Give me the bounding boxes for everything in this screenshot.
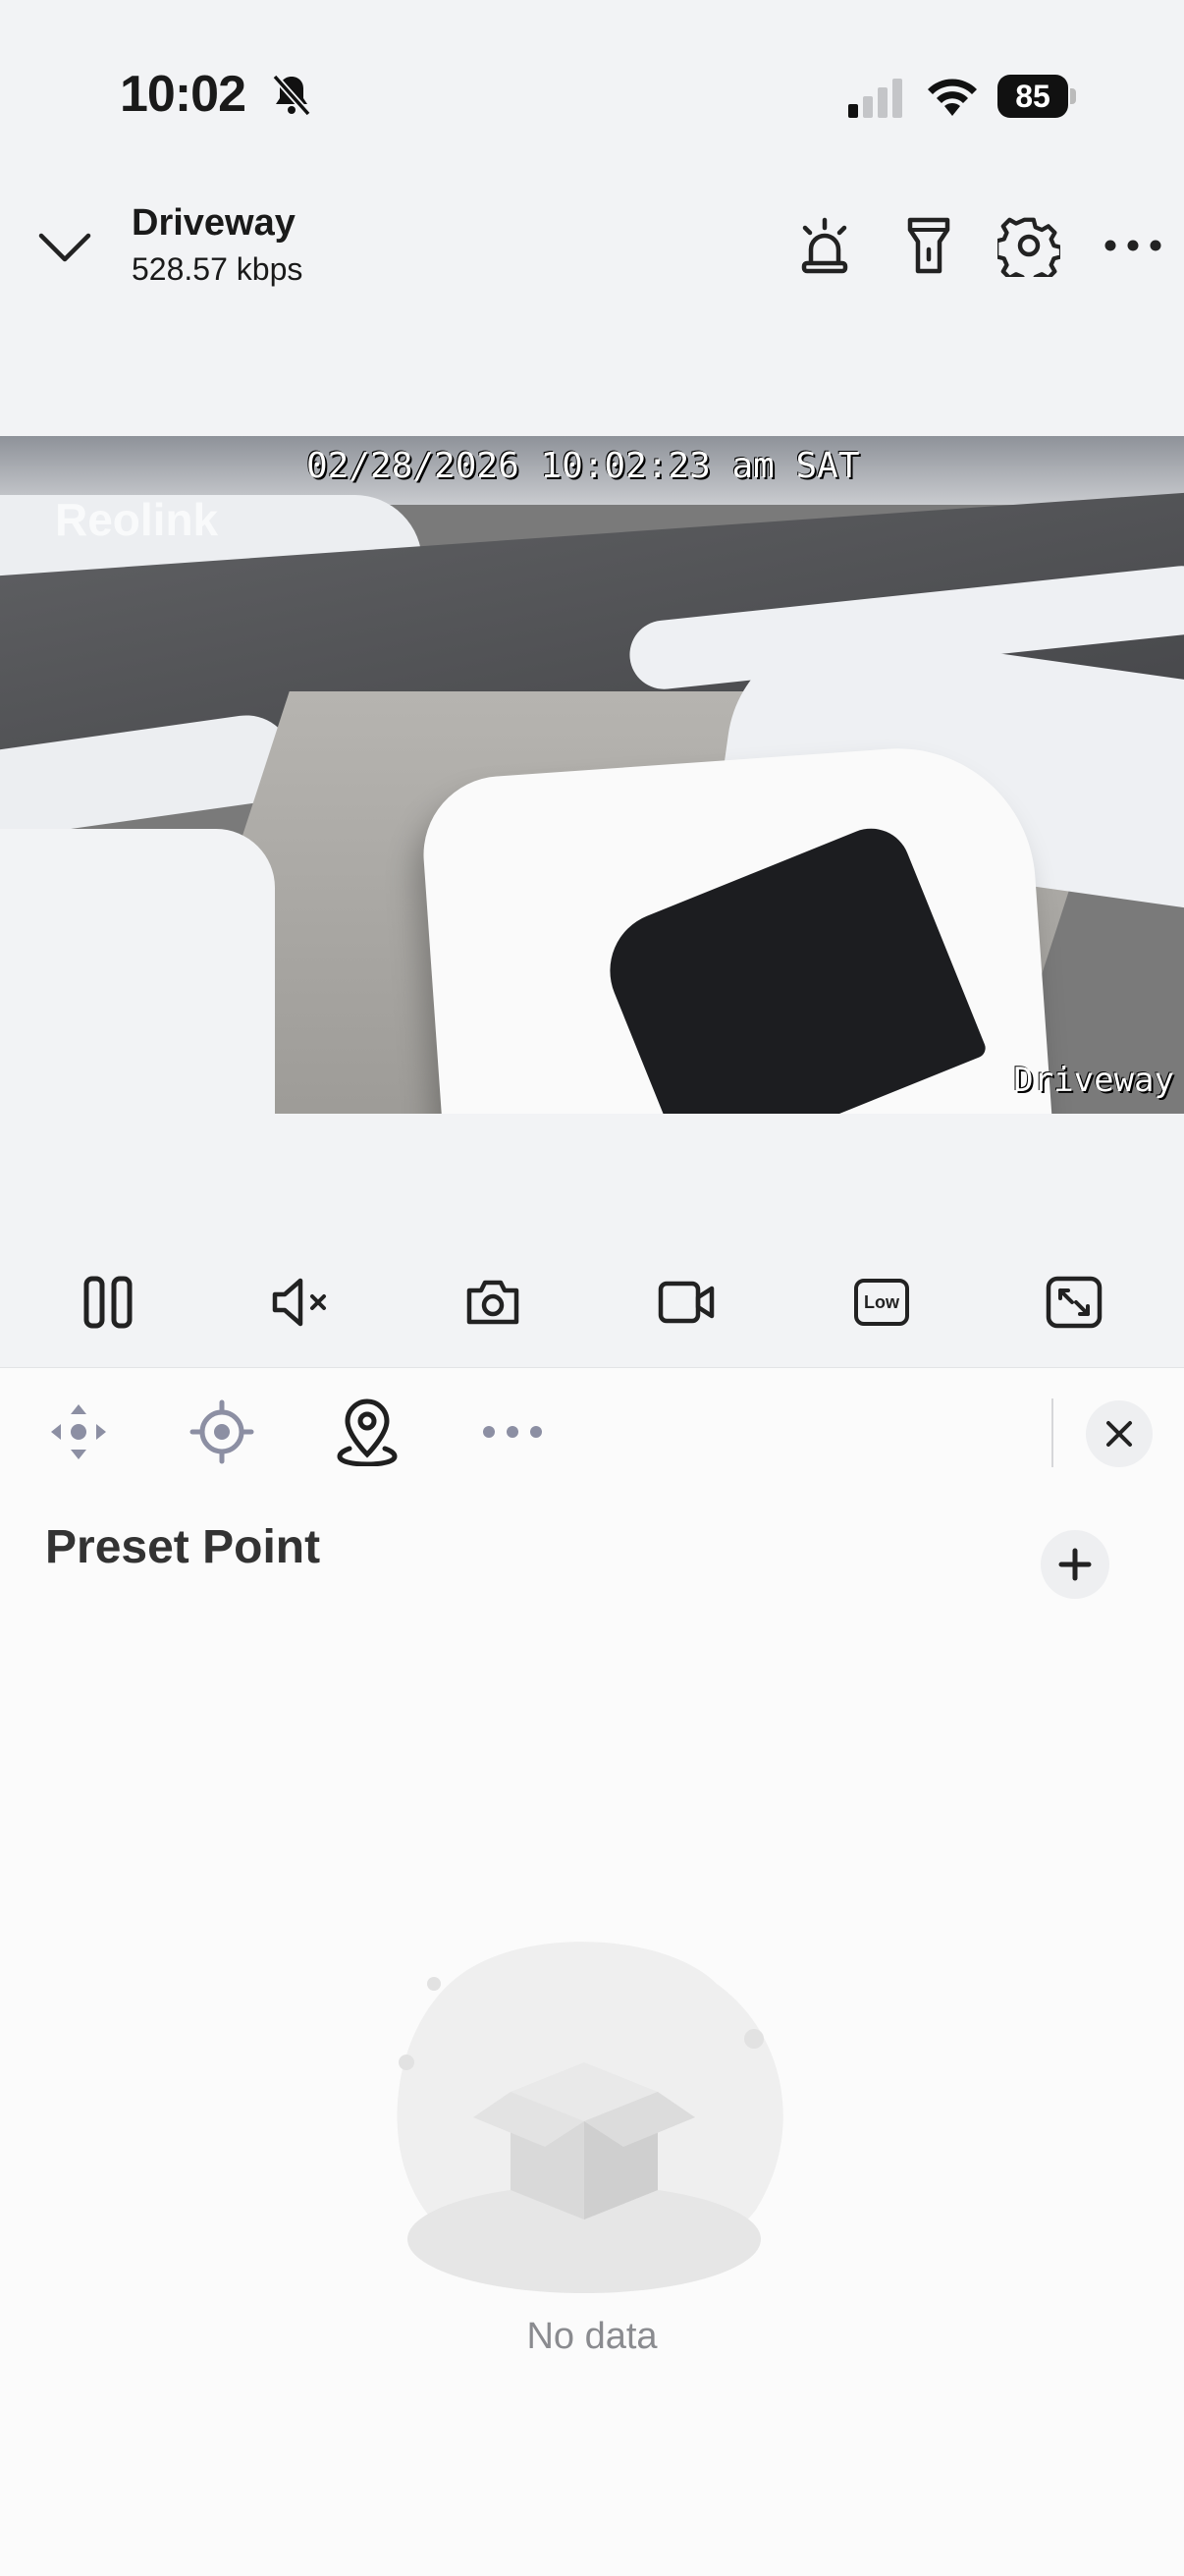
- quality-button[interactable]: Low: [846, 1267, 917, 1338]
- bell-muted-icon: [272, 74, 311, 117]
- mute-button[interactable]: [265, 1267, 336, 1338]
- tab-focus[interactable]: [185, 1395, 259, 1469]
- tab-preset-point[interactable]: [330, 1395, 404, 1469]
- siren-button[interactable]: [787, 208, 862, 283]
- chevron-down-icon[interactable]: [33, 222, 96, 271]
- video-timestamp: 02/28/2026 10:02:23 am SAT: [306, 446, 860, 486]
- add-preset-button[interactable]: [1041, 1530, 1109, 1599]
- camera-name: Driveway: [132, 202, 296, 244]
- snapshot-icon: [466, 1280, 519, 1325]
- video-camera-label: Driveway: [1013, 1061, 1174, 1100]
- fullscreen-icon: [1046, 1276, 1103, 1329]
- battery-icon: 85: [997, 75, 1078, 118]
- spotlight-icon: [907, 217, 950, 274]
- tab-divider: [1051, 1398, 1053, 1467]
- record-button[interactable]: [652, 1267, 723, 1338]
- ptz-icon: [51, 1404, 106, 1459]
- panel-title: Preset Point: [45, 1521, 321, 1573]
- gear-icon: [997, 217, 1060, 277]
- more-button[interactable]: [1096, 208, 1170, 283]
- mute-icon: [272, 1278, 326, 1327]
- camera-bitrate: 528.57 kbps: [132, 251, 303, 287]
- settings-button[interactable]: [992, 208, 1066, 283]
- more-icon: [1104, 240, 1161, 251]
- close-panel-button[interactable]: [1086, 1400, 1153, 1467]
- plus-icon: [1058, 1548, 1092, 1581]
- preset-point-icon: [337, 1398, 398, 1466]
- status-time: 10:02: [120, 66, 246, 123]
- wifi-icon: [928, 79, 977, 116]
- signal-icon: [848, 79, 902, 118]
- video-watermark-logo: Reolink: [55, 494, 219, 545]
- tab-more[interactable]: [475, 1395, 550, 1469]
- fullscreen-button[interactable]: [1039, 1267, 1109, 1338]
- siren-icon: [801, 217, 848, 274]
- live-video-feed[interactable]: 02/28/2026 10:02:23 am SAT Reolink Drive…: [0, 436, 1184, 1114]
- spotlight-button[interactable]: [891, 208, 966, 283]
- more-icon: [483, 1426, 542, 1438]
- empty-box-illustration: [397, 1942, 783, 2293]
- empty-state-text: No data: [526, 2316, 658, 2357]
- pause-icon: [83, 1276, 133, 1329]
- record-icon: [658, 1281, 715, 1324]
- battery-level: 85: [997, 75, 1068, 118]
- quality-label: Low: [864, 1291, 899, 1312]
- focus-icon: [189, 1399, 254, 1464]
- snapshot-button[interactable]: [457, 1267, 528, 1338]
- close-icon: [1106, 1421, 1132, 1447]
- quality-low-icon: Low: [854, 1279, 909, 1326]
- tab-ptz[interactable]: [41, 1395, 116, 1469]
- pause-button[interactable]: [73, 1267, 143, 1338]
